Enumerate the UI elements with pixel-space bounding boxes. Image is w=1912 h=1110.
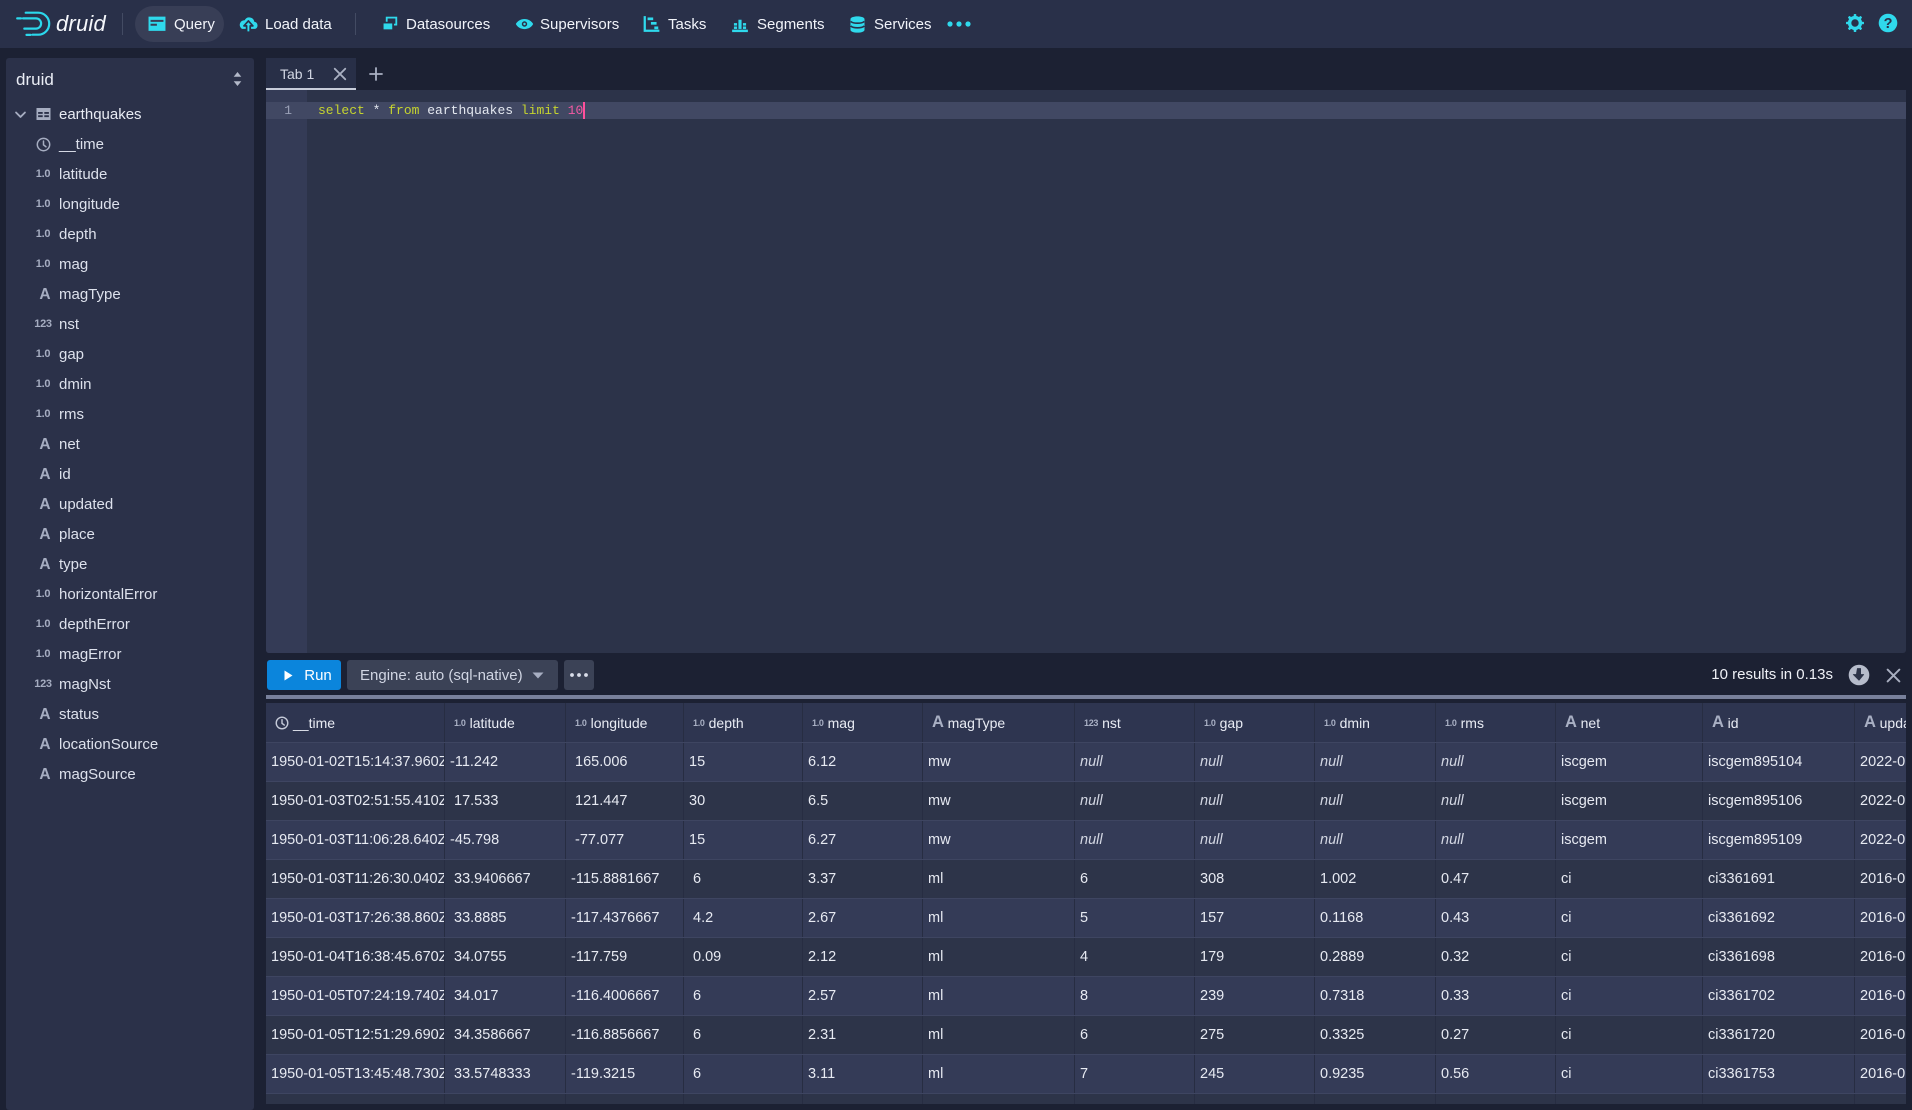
svg-text:?: ? — [1884, 16, 1893, 32]
